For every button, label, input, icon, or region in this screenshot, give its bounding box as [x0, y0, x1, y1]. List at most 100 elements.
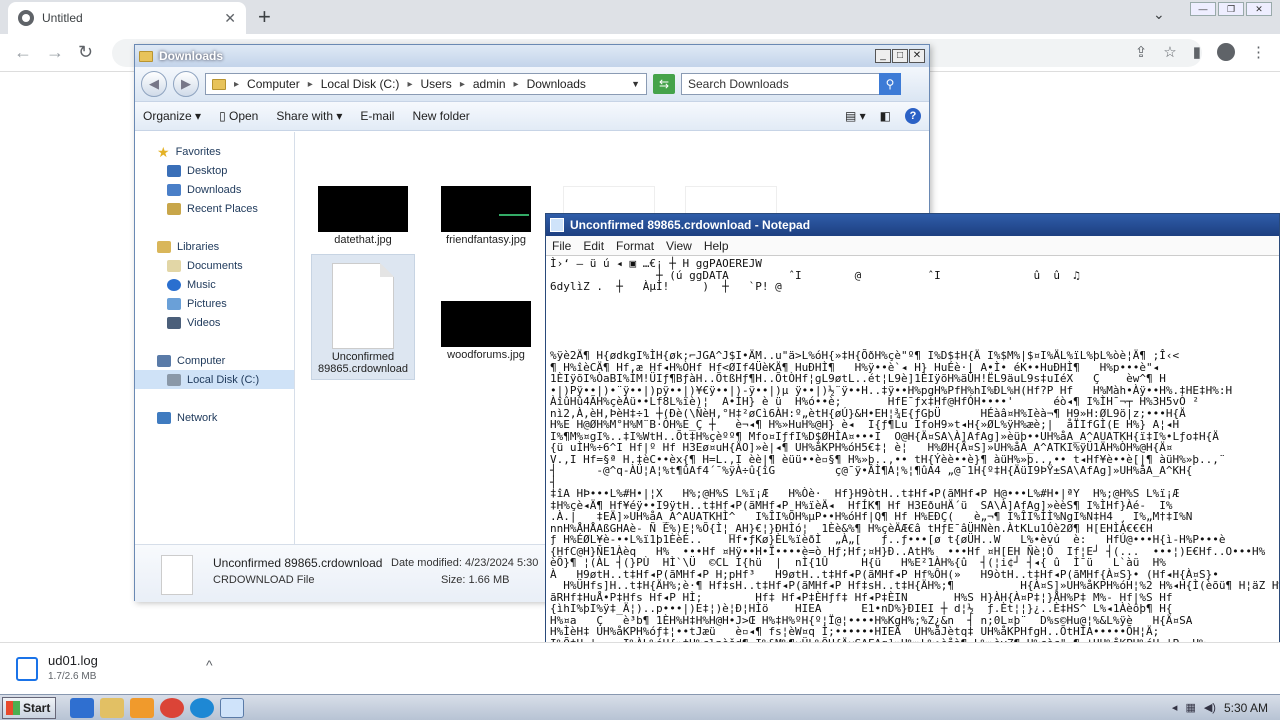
star-icon: ★: [157, 143, 170, 160]
search-input[interactable]: Search Downloads ⚲: [681, 73, 901, 95]
close-tab-icon[interactable]: ✕: [224, 10, 236, 27]
breadcrumb-admin[interactable]: admin: [473, 77, 506, 91]
nav-downloads[interactable]: Downloads: [135, 180, 294, 199]
organize-button[interactable]: Organize ▾: [143, 109, 201, 123]
media-player-icon[interactable]: [130, 697, 154, 718]
menu-edit[interactable]: Edit: [583, 239, 604, 253]
refresh-icon[interactable]: ⇆: [653, 74, 675, 94]
side-panel-icon[interactable]: ▮: [1193, 43, 1201, 61]
nav-recent-places[interactable]: Recent Places: [135, 199, 294, 218]
drive-icon: [167, 373, 181, 386]
volume-icon[interactable]: ◀): [1204, 701, 1216, 714]
download-options-chevron-icon[interactable]: ^: [206, 657, 213, 673]
nav-music[interactable]: Music: [135, 275, 294, 294]
windows-logo-icon: [6, 700, 20, 715]
explorer-minimize-button[interactable]: _: [875, 49, 891, 63]
explorer-breadcrumb[interactable]: ▸ Computer ▸ Local Disk (C:) ▸ Users ▸ a…: [205, 73, 647, 95]
nav-desktop[interactable]: Desktop: [135, 161, 294, 180]
download-file-name[interactable]: ud01.log: [48, 653, 98, 668]
clock[interactable]: 5:30 AM: [1224, 701, 1268, 715]
forward-icon[interactable]: →: [46, 42, 64, 63]
notepad-window: Unconfirmed 89865.crdownload - Notepad F…: [545, 213, 1280, 693]
network-tray-icon[interactable]: ▦: [1185, 701, 1195, 714]
change-view-icon[interactable]: ▤ ▾: [845, 109, 866, 123]
new-tab-button[interactable]: +: [258, 4, 271, 30]
maximize-button[interactable]: ❐: [1218, 2, 1244, 16]
minimize-button[interactable]: —: [1190, 2, 1216, 16]
help-icon[interactable]: ?: [905, 108, 921, 124]
breadcrumb-arrow-icon[interactable]: ▸: [407, 79, 412, 90]
breadcrumb-arrow-icon[interactable]: ▸: [514, 79, 519, 90]
notepad-text-area[interactable]: Ì›‘ – ü ú ◂ ▣ …€¡ ┼ H ggPAOEREJW ┼ (ú gg…: [546, 256, 1279, 692]
network-icon: [157, 411, 171, 424]
notepad-taskbar-icon[interactable]: [220, 697, 244, 718]
email-button[interactable]: E-mail: [360, 109, 394, 123]
nav-videos[interactable]: Videos: [135, 313, 294, 332]
profile-avatar-icon[interactable]: [1217, 43, 1235, 61]
breadcrumb-downloads[interactable]: Downloads: [527, 77, 586, 91]
share-with-button[interactable]: Share with ▾: [276, 109, 342, 123]
documents-icon: [167, 259, 181, 272]
explorer-taskbar-icon[interactable]: [100, 697, 124, 718]
menu-kebab-icon[interactable]: ⋮: [1251, 43, 1266, 61]
file-item-partial[interactable]: [685, 186, 777, 216]
breadcrumb-arrow-icon[interactable]: ▸: [234, 79, 239, 90]
music-icon: [167, 278, 181, 291]
start-label: Start: [23, 700, 51, 715]
tray-chevron-icon[interactable]: ◂: [1172, 701, 1178, 714]
explorer-back-button[interactable]: ◀: [141, 71, 167, 97]
document-icon: [332, 263, 394, 349]
breadcrumb-computer[interactable]: Computer: [247, 77, 300, 91]
explorer-maximize-button[interactable]: □: [892, 49, 908, 63]
nav-label: Network: [177, 411, 218, 424]
tab-search-icon[interactable]: ⌄: [1153, 6, 1165, 23]
nav-favorites[interactable]: ★ Favorites: [135, 142, 294, 161]
navigation-pane: ★ Favorites Desktop Downloads Recent Plac…: [135, 132, 295, 544]
file-item-crdownload[interactable]: Unconfirmed 89865.crdownload: [311, 254, 415, 380]
notepad-title-bar[interactable]: Unconfirmed 89865.crdownload - Notepad: [546, 214, 1279, 236]
preview-pane-icon[interactable]: ◧: [880, 109, 891, 123]
file-download-icon: [16, 657, 38, 681]
search-icon[interactable]: ⚲: [879, 73, 901, 95]
nav-documents[interactable]: Documents: [135, 256, 294, 275]
new-folder-button[interactable]: New folder: [412, 109, 469, 123]
file-item-datethat[interactable]: datethat.jpg: [311, 178, 415, 246]
view-controls: ▤ ▾ ◧ ?: [845, 108, 921, 124]
nav-network[interactable]: Network: [135, 408, 294, 427]
menu-format[interactable]: Format: [616, 239, 654, 253]
menu-file[interactable]: File: [552, 239, 571, 253]
open-button[interactable]: ▯ Open: [219, 109, 258, 123]
start-button[interactable]: Start: [2, 696, 56, 719]
browser-tab[interactable]: Untitled ✕: [8, 2, 246, 34]
back-icon[interactable]: ←: [14, 42, 32, 63]
file-item-partial[interactable]: [563, 186, 655, 216]
close-window-button[interactable]: ✕: [1246, 2, 1272, 16]
explorer-title-bar[interactable]: Downloads _ □ ✕: [135, 45, 929, 67]
explorer-forward-button[interactable]: ▶: [173, 71, 199, 97]
chrome-icon[interactable]: [160, 697, 184, 718]
breadcrumb-users[interactable]: Users: [420, 77, 451, 91]
browser-tool-icons: ⇪ ☆ ▮ ⋮: [1135, 43, 1266, 61]
address-dropdown-icon[interactable]: ▼: [631, 79, 640, 89]
nav-local-disk[interactable]: Local Disk (C:): [135, 370, 294, 389]
download-bar: ud01.log 1.7/2.6 MB ^: [0, 642, 1280, 694]
explorer-close-button[interactable]: ✕: [909, 49, 925, 63]
nav-label: Downloads: [187, 183, 242, 196]
bookmark-star-icon[interactable]: ☆: [1163, 43, 1176, 61]
ie-icon[interactable]: [70, 697, 94, 718]
reload-icon[interactable]: ↻: [78, 42, 93, 63]
nav-pictures[interactable]: Pictures: [135, 294, 294, 313]
breadcrumb-arrow-icon[interactable]: ▸: [460, 79, 465, 90]
breadcrumb-local-disk[interactable]: Local Disk (C:): [321, 77, 400, 91]
nav-libraries[interactable]: Libraries: [135, 237, 294, 256]
taskbar: Start ◂ ▦ ◀) 5:30 AM: [0, 694, 1280, 720]
file-item-friendfantasy[interactable]: friendfantasy.jpg: [434, 178, 538, 246]
share-icon[interactable]: ⇪: [1135, 43, 1148, 61]
menu-view[interactable]: View: [666, 239, 692, 253]
edge-icon[interactable]: [190, 697, 214, 718]
breadcrumb-arrow-icon[interactable]: ▸: [308, 79, 313, 90]
menu-help[interactable]: Help: [704, 239, 729, 253]
file-item-woodforums[interactable]: woodforums.jpg: [434, 293, 538, 361]
explorer-address-row: ◀ ▶ ▸ Computer ▸ Local Disk (C:) ▸ Users…: [135, 67, 929, 101]
nav-computer[interactable]: Computer: [135, 351, 294, 370]
